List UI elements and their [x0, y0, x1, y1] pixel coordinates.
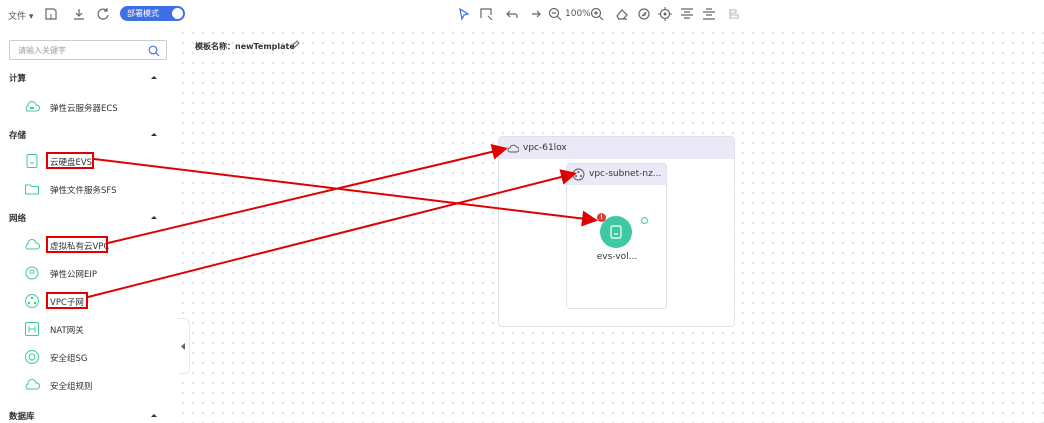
undo-icon[interactable]: [503, 5, 521, 23]
subnet-label: vpc-subnet-nz...: [589, 169, 662, 179]
compass-icon[interactable]: [635, 5, 653, 23]
collapse-caret-icon[interactable]: [150, 131, 158, 137]
evs-node[interactable]: [600, 216, 632, 248]
collapse-caret-icon[interactable]: [150, 74, 158, 80]
security-group-icon: [25, 350, 39, 364]
folder-icon: [25, 184, 39, 195]
sidebar-item-nat[interactable]: NAT网关: [24, 320, 164, 340]
disk-icon: [610, 225, 622, 239]
category-database[interactable]: 数据库: [9, 410, 35, 422]
sidebar-collapse-handle[interactable]: [178, 318, 190, 374]
evs-icon: [26, 154, 38, 168]
subnet-icon: [25, 294, 39, 308]
sidebar-item-subnet[interactable]: VPC子网: [24, 292, 164, 312]
highlight-evs: [46, 152, 94, 169]
eip-icon: [25, 266, 39, 280]
deploy-mode-label: 部署模式: [127, 9, 159, 18]
rule-icon: [25, 379, 40, 390]
subnet-header: vpc-subnet-nz...: [567, 164, 666, 185]
evs-label: evs-vol...: [596, 252, 638, 262]
collapse-caret-icon[interactable]: [150, 412, 158, 418]
category-storage[interactable]: 存储: [9, 129, 26, 141]
nat-icon: [25, 322, 39, 336]
deploy-mode-toggle[interactable]: 部署模式: [120, 6, 185, 21]
connection-port[interactable]: [641, 217, 648, 224]
sidebar-item-eip[interactable]: 弹性公网EIP: [24, 264, 164, 284]
top-toolbar: 文件 ▾ 部署模式 100%: [0, 0, 1044, 28]
subnet-icon: [572, 168, 585, 181]
file-menu[interactable]: 文件 ▾: [8, 9, 33, 22]
highlight-subnet: [46, 292, 88, 309]
redo-icon[interactable]: [526, 5, 544, 23]
cloud-icon: [25, 239, 40, 250]
edit-pencil-icon[interactable]: [290, 40, 300, 50]
vpc-label: vpc-61lox: [523, 143, 567, 153]
zoom-level: 100%: [565, 9, 591, 19]
chevron-left-icon: [181, 343, 185, 350]
target-icon[interactable]: [656, 5, 674, 23]
category-compute[interactable]: 计算: [9, 72, 26, 84]
collapse-caret-icon[interactable]: [150, 214, 158, 220]
highlight-vpc: [46, 236, 108, 253]
align-bottom-icon[interactable]: [700, 5, 718, 23]
layout-icon[interactable]: [725, 5, 743, 23]
box-select-icon[interactable]: [477, 5, 495, 23]
search-input[interactable]: 请输入关键字: [9, 40, 167, 60]
download-icon[interactable]: [70, 5, 88, 23]
sidebar-item-sfs[interactable]: 弹性文件服务SFS: [24, 180, 164, 200]
error-badge: !: [597, 213, 606, 222]
zoom-out-icon[interactable]: [546, 5, 564, 23]
sidebar-item-ecs[interactable]: 弹性云服务器ECS: [24, 98, 164, 118]
select-icon[interactable]: [455, 5, 473, 23]
zoom-in-icon[interactable]: [588, 5, 606, 23]
category-network[interactable]: 网络: [9, 212, 26, 224]
ecs-icon: [25, 101, 40, 112]
vpc-header: vpc-61lox: [499, 137, 734, 159]
search-icon[interactable]: [148, 45, 160, 57]
cloud-icon: [507, 144, 519, 153]
eraser-icon[interactable]: [613, 5, 631, 23]
align-top-icon[interactable]: [678, 5, 696, 23]
save-icon[interactable]: [42, 5, 60, 23]
resource-sidebar: 请输入关键字 计算 弹性云服务器ECS 存储 云硬盘EVS 弹性文件服务SFS …: [0, 28, 178, 423]
sidebar-item-evs[interactable]: 云硬盘EVS: [24, 152, 164, 172]
refresh-icon[interactable]: [94, 5, 112, 23]
sidebar-item-sg-rule[interactable]: 安全组规则: [24, 376, 164, 396]
search-placeholder: 请输入关键字: [18, 46, 66, 55]
template-name: 模板名称：newTemplate: [195, 42, 295, 51]
sidebar-item-sg[interactable]: 安全组SG: [24, 348, 164, 368]
toggle-knob: [172, 8, 183, 19]
